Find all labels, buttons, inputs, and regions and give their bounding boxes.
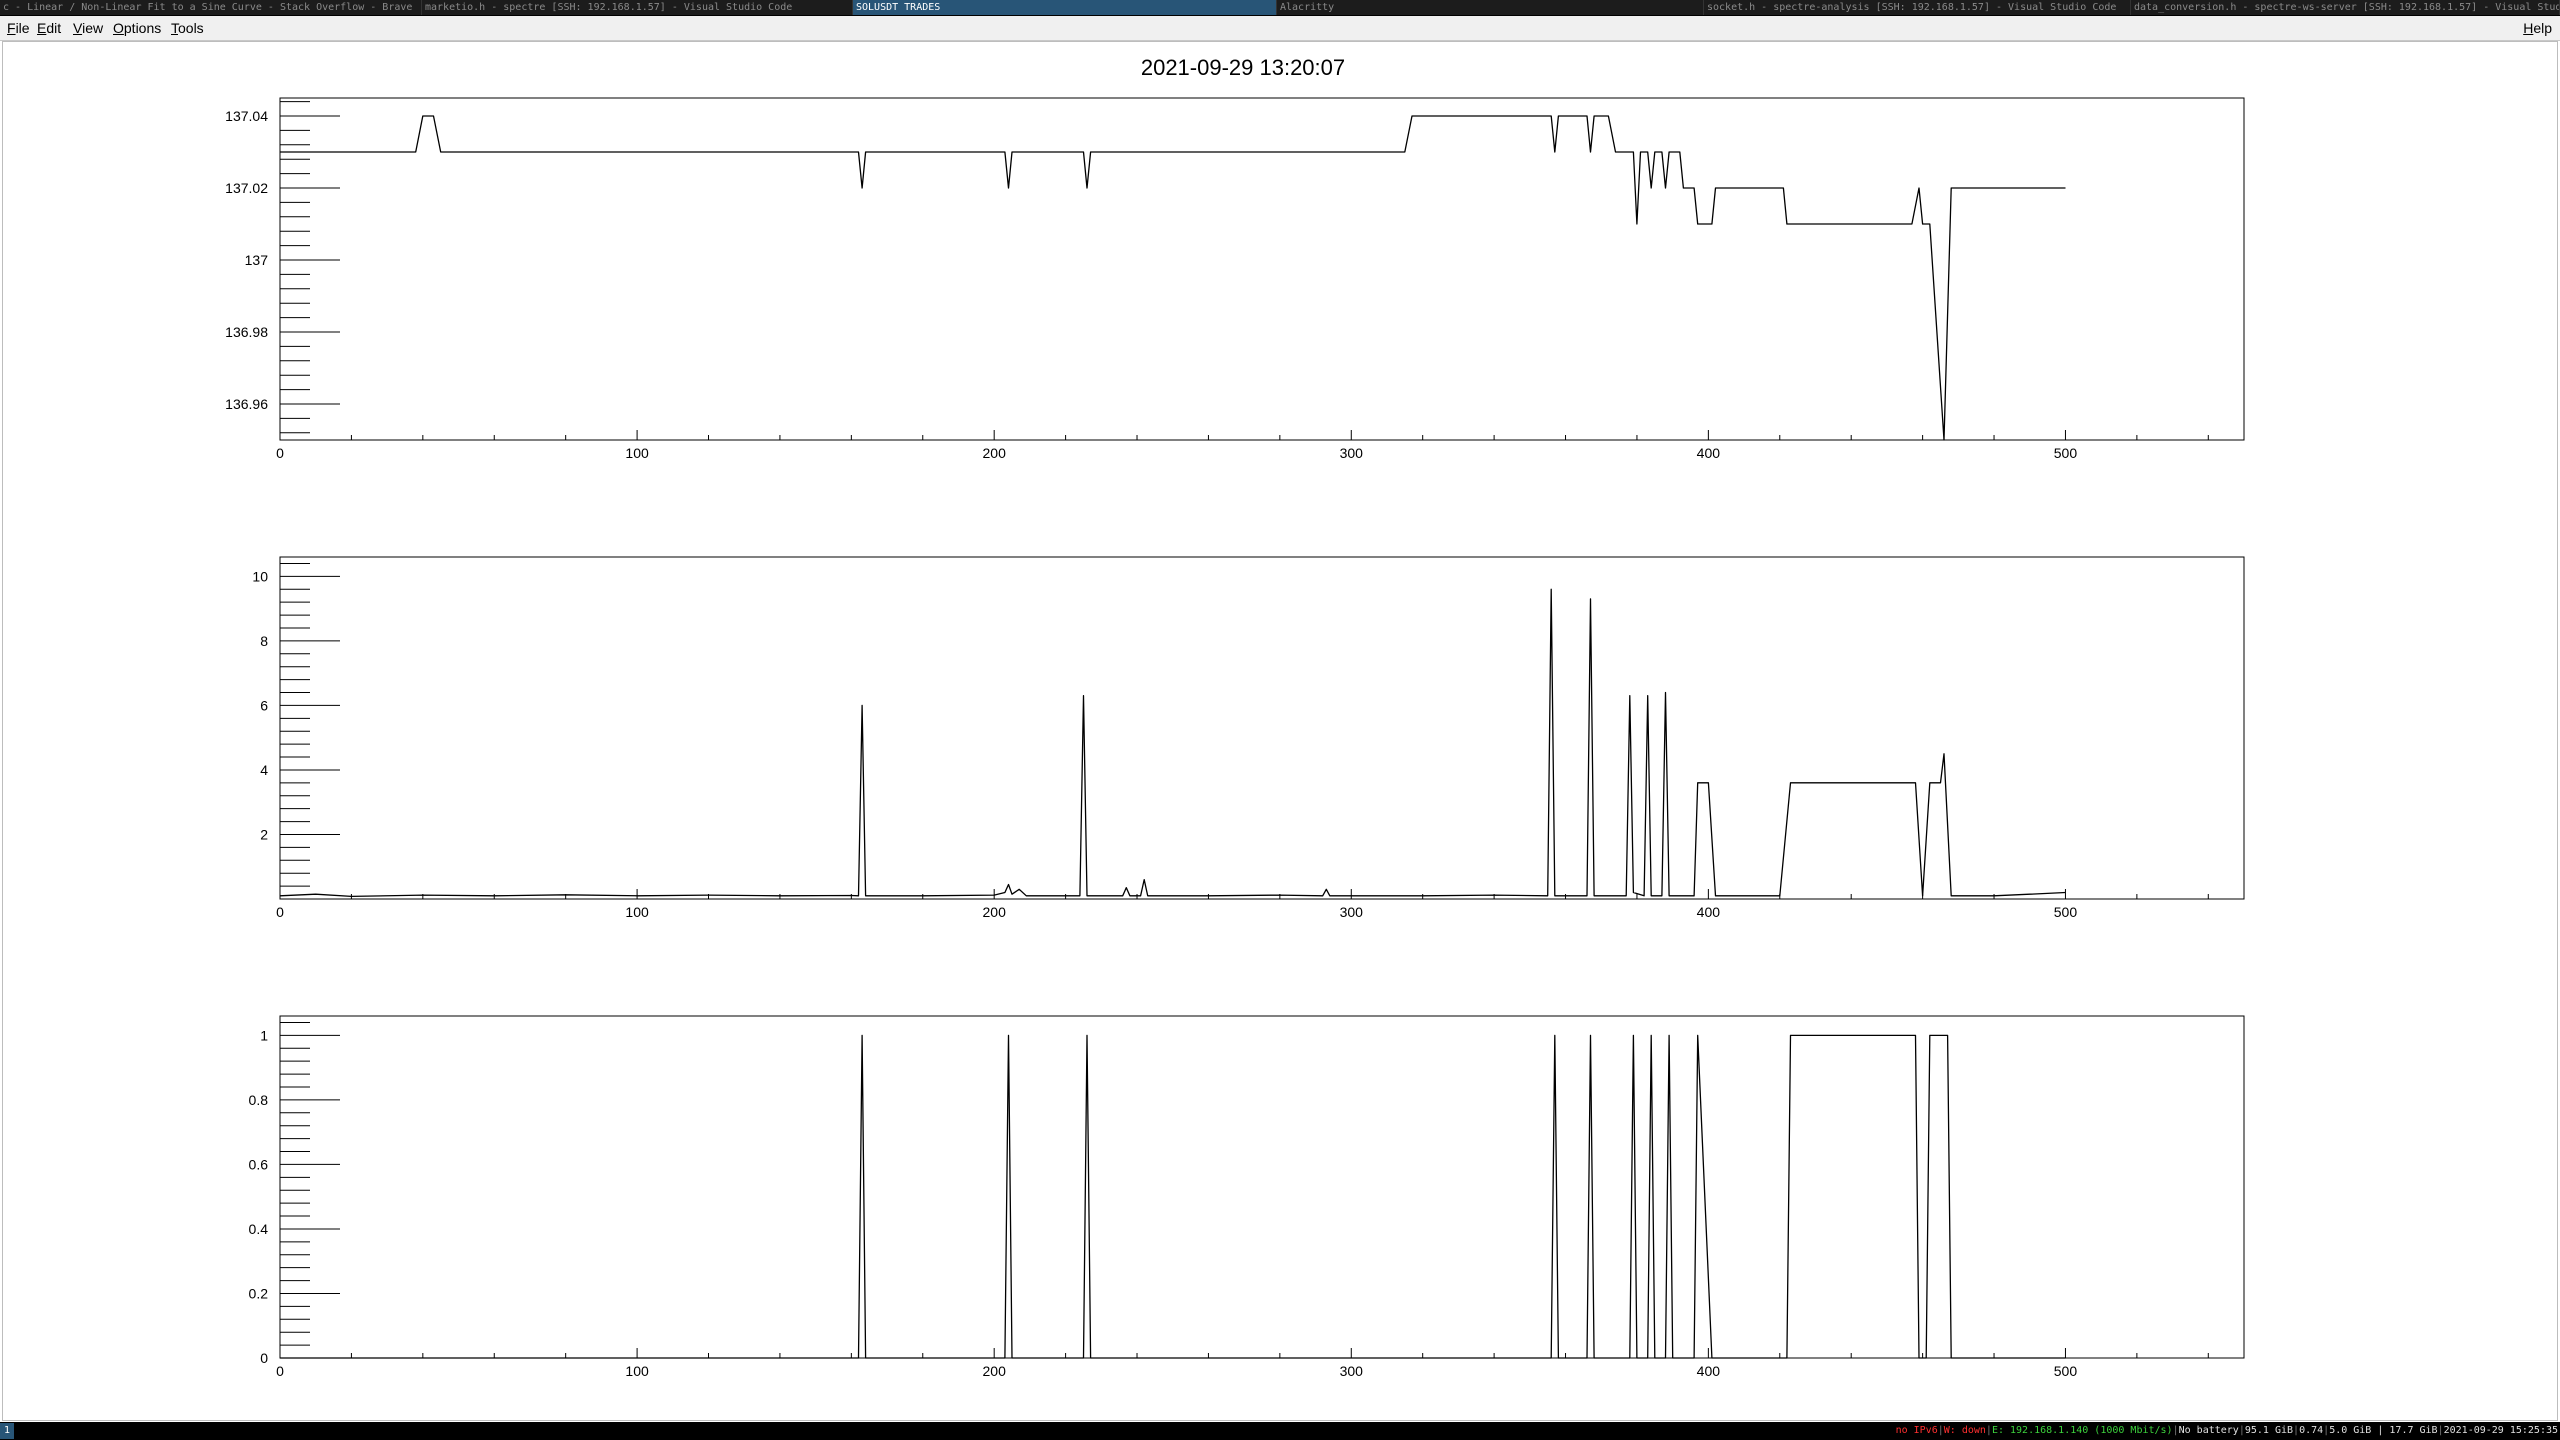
mem-divider: | — [2371, 1425, 2390, 1436]
plot3-x-tick-label: 500 — [2054, 1363, 2078, 1379]
window-tab-solusdt-trades[interactable]: SOLUSDT TRADES — [853, 0, 1277, 15]
plot3-y-tick-label: 0.2 — [249, 1285, 269, 1301]
workspace-indicator[interactable]: 1 — [0, 1423, 14, 1439]
plot3-x-tick-label: 400 — [1697, 1363, 1721, 1379]
plot3-y-tick-label: 1 — [260, 1027, 268, 1043]
wifi-status: W: down — [1943, 1425, 1986, 1436]
plot2-x-tick-label: 400 — [1697, 904, 1721, 920]
menu-tools[interactable]: Tools — [171, 16, 204, 40]
plot2-x-tick-label: 200 — [983, 904, 1007, 920]
plot1-y-tick-label: 137 — [245, 252, 269, 268]
mem-total-status: 17.7 GiB — [2389, 1425, 2438, 1436]
menu-tools-rest: ools — [178, 20, 204, 36]
plot1-series-line — [280, 115, 2066, 441]
menu-options-rest: ptions — [123, 20, 162, 36]
window-tab-brave[interactable]: c - Linear / Non-Linear Fit to a Sine Cu… — [0, 0, 422, 15]
canvas-svg: 2021-09-29 13:20:07 0 100 200 300 400 500136.… — [225, 55, 2245, 1379]
menu-help-rest: elp — [2533, 20, 2552, 36]
clock-status: 2021-09-29 15:25:35 — [2443, 1425, 2558, 1436]
plot2-x-tick-label: 500 — [2054, 904, 2078, 920]
ipv6-status: no IPv6 — [1895, 1425, 1938, 1436]
plot1-y-tick-label: 136.98 — [225, 324, 268, 340]
plot2-y-tick-label: 8 — [260, 633, 268, 649]
plot1-x-tick-label: 300 — [1340, 445, 1364, 461]
plot2-x-tick-label: 300 — [1340, 904, 1364, 920]
plot-canvas[interactable]: 2021-09-29 13:20:07 0 100 200 300 400 500 136.… — [2, 41, 2558, 1421]
plot3-y-tick-label: 0.4 — [249, 1221, 269, 1237]
plot1-x-tick-label: 100 — [625, 445, 649, 461]
plot1-x-tick-label: 0 — [276, 445, 284, 461]
plot3-x-tick-label: 300 — [1340, 1363, 1364, 1379]
plot1-y-tick-label: 137.02 — [225, 180, 268, 196]
plot3-x-tick-label: 100 — [625, 1363, 649, 1379]
plot2-x-tick-label: 100 — [625, 904, 649, 920]
menu-file-rest: ile — [15, 20, 30, 36]
menu-options[interactable]: Options — [113, 16, 161, 40]
plot3-y-tick-label: 0.6 — [249, 1156, 269, 1172]
plot3-x-tick-label: 200 — [983, 1363, 1007, 1379]
plot2-y-tick-label: 4 — [260, 762, 268, 778]
menu-view[interactable]: View — [73, 16, 103, 40]
plot3-x-tick-label: 0 — [276, 1363, 284, 1379]
mem-used-status: 5.0 GiB — [2329, 1425, 2372, 1436]
plot3-series-line — [280, 1034, 2066, 1359]
status-bar: 1 no IPv6|W: down|E: 192.168.1.140 (1000… — [0, 1422, 2560, 1440]
menu-view-rest: iew — [82, 20, 104, 36]
window-tab-alacritty[interactable]: Alacritty — [1277, 0, 1704, 15]
plot3-y-tick-label: 0 — [260, 1350, 268, 1366]
plot1-x-tick-label: 500 — [2054, 445, 2078, 461]
menu-edit[interactable]: Edit — [37, 16, 61, 40]
plot2-x-tick-label: 0 — [276, 904, 284, 920]
plot2-y-tick-label: 6 — [260, 697, 268, 713]
menu-file[interactable]: File — [7, 16, 30, 40]
window-tab-socket[interactable]: socket.h - spectre-analysis [SSH: 192.16… — [1704, 0, 2131, 15]
plot1-x-tick-label: 400 — [1697, 445, 1721, 461]
plot2-y-tick-label: 10 — [252, 568, 268, 584]
canvas-title: 2021-09-29 13:20:07 — [1141, 55, 1345, 80]
menu-help[interactable]: Help — [2523, 16, 2552, 40]
plot1-y-tick-label: 137.04 — [225, 108, 268, 124]
plot1-x-tick-label: 200 — [983, 445, 1007, 461]
window-tab-marketio[interactable]: marketio.h - spectre [SSH: 192.168.1.57]… — [422, 0, 853, 15]
disk-status: 95.1 GiB — [2244, 1425, 2294, 1436]
plot2-y-tick-label: 2 — [260, 826, 268, 842]
plot3-y-tick-label: 0.8 — [249, 1092, 269, 1108]
menu-bar: File Edit View Options Tools Help — [0, 16, 2560, 41]
plot1-y-tick-label: 136.96 — [225, 396, 268, 412]
plot2-series-line — [279, 588, 2066, 898]
load-status: 0.74 — [2299, 1425, 2324, 1436]
status-items: no IPv6|W: down|E: 192.168.1.140 (1000 M… — [1896, 1422, 2558, 1440]
menu-edit-rest: dit — [46, 20, 62, 36]
window-tab-bar: c - Linear / Non-Linear Fit to a Sine Cu… — [0, 0, 2560, 16]
ethernet-status: E: 192.168.1.140 (1000 Mbit/s) — [1991, 1425, 2173, 1436]
battery-status: No battery — [2178, 1425, 2239, 1436]
window-tab-data-conversion[interactable]: data_conversion.h - spectre-ws-server [S… — [2131, 0, 2560, 15]
